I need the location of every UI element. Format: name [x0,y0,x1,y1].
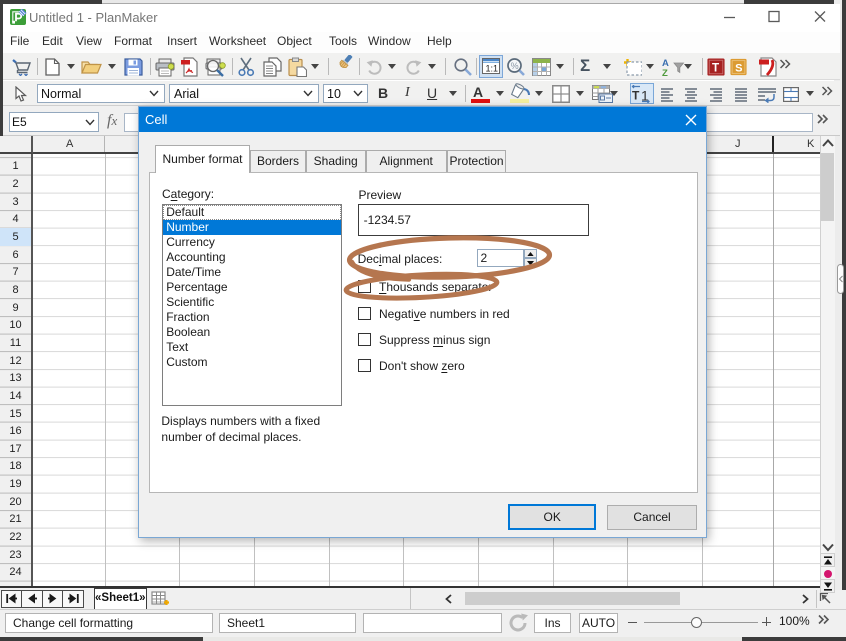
svg-text:Z: Z [662,68,668,77]
svg-text:S: S [735,62,742,74]
svg-text:T: T [712,62,720,75]
svg-text:%: % [511,61,519,71]
svg-text:T: T [632,89,640,103]
svg-text:1:1: 1:1 [486,64,499,74]
